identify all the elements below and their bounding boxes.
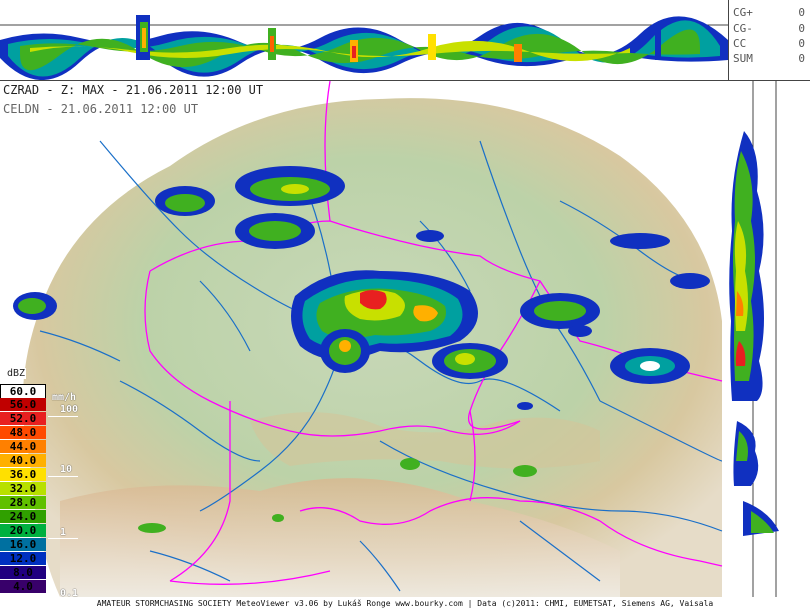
lightning-label: CG+ (733, 6, 753, 19)
right-cross-section-graphic (729, 81, 779, 597)
lightning-value: 0 (798, 37, 805, 50)
rain-rate-tick (48, 538, 78, 539)
radar-map-graphic (13, 81, 723, 597)
radar-viewer: CG+ 0 CG- 0 CC 0 SUM 0 CZRAD - Z: MAX - … (0, 0, 810, 610)
top-cross-section-graphic (0, 15, 728, 81)
lightning-subtitle: CELDN - 21.06.2011 12:00 UT (3, 102, 199, 116)
legend-level: 36.0 (0, 468, 46, 481)
rain-rate-label: 100 (60, 404, 79, 415)
right-cross-section-strip (729, 81, 810, 597)
lightning-value: 0 (798, 6, 805, 19)
legend-level: 48.0 (0, 426, 46, 439)
lightning-value: 0 (798, 52, 805, 65)
legend-level: 60.0 (0, 384, 46, 399)
product-title: CZRAD - Z: MAX - 21.06.2011 12:00 UT (3, 83, 264, 97)
legend-level: 44.0 (0, 440, 46, 453)
lightning-row-cg-plus: CG+ 0 (733, 6, 805, 20)
lightning-label: CG- (733, 22, 753, 35)
lightning-value: 0 (798, 22, 805, 35)
rain-rate-tick (48, 476, 78, 477)
legend-level: 32.0 (0, 482, 46, 495)
legend-level: 20.0 (0, 524, 46, 537)
legend-level: 56.0 (0, 398, 46, 411)
radar-map[interactable] (0, 81, 728, 597)
lightning-label: SUM (733, 52, 753, 65)
lightning-row-cc: CC 0 (733, 37, 805, 51)
footer-credits: AMATEUR STORMCHASING SOCIETY MeteoViewer… (0, 597, 810, 610)
lightning-row-sum: SUM 0 (733, 52, 805, 66)
rain-rate-label: 1 (60, 527, 67, 538)
legend-level: 52.0 (0, 412, 46, 425)
lightning-label: CC (733, 37, 747, 50)
rain-rate-label: 10 (60, 464, 73, 475)
rain-rate-tick (48, 416, 78, 417)
lightning-row-cg-minus: CG- 0 (733, 22, 805, 36)
top-cross-section-strip (0, 0, 729, 81)
lightning-counter-panel: CG+ 0 CG- 0 CC 0 SUM 0 (729, 0, 810, 81)
legend-level: 8.0 (0, 566, 46, 579)
rain-rate-unit: mm/h (52, 392, 77, 403)
legend-level: 12.0 (0, 552, 46, 565)
legend-level: 28.0 (0, 496, 46, 509)
legend-level: 16.0 (0, 538, 46, 551)
legend-level: 4.0 (0, 580, 46, 593)
legend-level: 40.0 (0, 454, 46, 467)
legend-level: 24.0 (0, 510, 46, 523)
legend-title: dBZ (6, 368, 27, 379)
